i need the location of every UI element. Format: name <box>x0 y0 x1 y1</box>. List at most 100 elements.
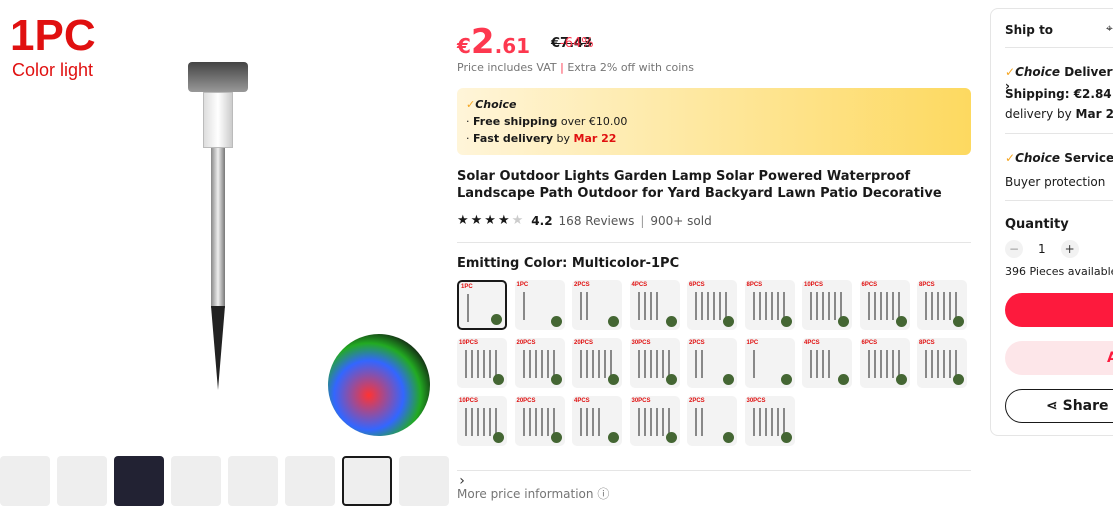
variant-option[interactable]: 4PCS <box>629 280 680 330</box>
lamp-solar-panel <box>188 62 248 92</box>
variant-option-label: 30PCS <box>631 398 651 404</box>
variant-image <box>467 294 473 322</box>
variant-option[interactable]: 10PCS <box>457 396 507 446</box>
color-swatch-icon <box>838 316 849 327</box>
variant-option-label: 4PCS <box>574 398 590 404</box>
lamp-spike <box>211 306 225 390</box>
variant-option[interactable]: 8PCS <box>744 280 795 330</box>
color-swatch-icon <box>780 374 792 385</box>
increase-button[interactable]: + <box>1060 240 1079 258</box>
variant-option[interactable]: 8PCS <box>917 280 967 330</box>
color-swatch-icon <box>895 374 907 385</box>
image-badge-subtitle: Color light <box>12 60 94 80</box>
variant-option[interactable]: 4PCS <box>572 396 622 446</box>
variant-option[interactable]: 10PCS <box>457 338 507 388</box>
variant-option[interactable]: 20PCS <box>572 338 622 388</box>
color-swatch-icon <box>491 314 502 325</box>
variant-option-label: 4PCS <box>804 340 820 346</box>
thumbnail[interactable] <box>228 456 278 506</box>
location-icon[interactable]: ⌖ <box>1106 21 1113 36</box>
discount: -64% <box>560 36 594 51</box>
reviews-link[interactable]: 168 Reviews <box>559 214 635 228</box>
choice-service[interactable]: ✓Choice Service › <box>1005 151 1113 165</box>
thumbnail[interactable] <box>114 456 164 506</box>
stock-available: 396 Pieces available <box>1005 265 1113 278</box>
variant-option[interactable]: 2PCS <box>687 338 737 388</box>
divider <box>1005 133 1113 134</box>
color-swatch-icon <box>723 374 734 385</box>
thumbnail[interactable] <box>57 456 107 506</box>
variant-option-label: 6PCS <box>861 340 878 346</box>
lamp-pole <box>211 148 225 308</box>
product-title: Solar Outdoor Lights Garden Lamp Solar P… <box>457 169 942 201</box>
variant-image <box>637 292 662 320</box>
variant-option[interactable]: 6PCS <box>859 280 910 330</box>
variant-image <box>752 292 787 320</box>
color-swatch-icon <box>723 432 734 443</box>
quantity-value[interactable]: 1 <box>1027 242 1057 256</box>
color-swatch-icon <box>665 374 677 385</box>
variant-image <box>695 292 729 320</box>
variant-option-label: 1PC <box>516 282 529 288</box>
color-swatch-icon <box>953 316 964 327</box>
variant-image <box>925 350 959 378</box>
add-to-cart-button[interactable]: A <box>1005 341 1113 375</box>
star-rating-icon: ★★★★★ <box>457 213 526 228</box>
main-product-image[interactable]: 1PC Color light <box>0 0 440 440</box>
ship-to[interactable]: Ship to <box>1005 23 1053 37</box>
variant-option[interactable]: 8PCS <box>917 338 967 388</box>
thumbnail[interactable] <box>171 456 221 506</box>
variant-option[interactable]: 6PCS <box>859 338 910 388</box>
quantity-label: Quantity <box>1005 217 1069 232</box>
color-swatch-icon <box>780 316 792 327</box>
variant-option[interactable]: 10PCS <box>802 280 852 330</box>
thumbnail[interactable] <box>399 456 449 506</box>
variant-image <box>522 408 557 436</box>
variant-option-label: 30PCS <box>746 398 766 404</box>
image-badge-title: 1PC <box>10 11 96 60</box>
variant-option[interactable]: 4PCS <box>802 338 852 388</box>
variant-option[interactable]: 20PCS <box>514 338 565 388</box>
decrease-button[interactable]: − <box>1005 240 1023 258</box>
variant-option-label: 30PCS <box>631 340 651 346</box>
buy-now-button[interactable] <box>1005 293 1113 327</box>
variant-image <box>810 292 844 320</box>
info-icon: ⓘ <box>597 487 610 501</box>
divider <box>457 242 971 243</box>
variant-option[interactable]: 1PC <box>457 280 507 330</box>
current-price: €2.61 <box>457 22 531 62</box>
variant-option-label: 20PCS <box>516 398 536 404</box>
variant-option-label: 2PCS <box>689 340 705 346</box>
purchase-panel: Ship to ⌖ ✓Choice Delivery › Shipping: €… <box>990 8 1113 436</box>
variant-option[interactable]: 30PCS <box>629 396 680 446</box>
color-swatch-icon <box>780 432 792 443</box>
share-button[interactable]: ⋖ Share <box>1005 389 1113 423</box>
variant-option[interactable]: 30PCS <box>629 338 680 388</box>
variant-option-label: 2PCS <box>574 282 590 288</box>
variant-option[interactable]: 1PC <box>744 338 795 388</box>
variant-image <box>925 292 959 320</box>
variant-option-label: 4PCS <box>631 282 648 288</box>
variant-option[interactable]: 2PCS <box>687 396 737 446</box>
color-swatch-icon <box>608 316 619 327</box>
variant-option-label: 20PCS <box>574 340 594 346</box>
variant-option[interactable]: 6PCS <box>687 280 737 330</box>
delivery-date: delivery by Mar 22 <box>1005 107 1113 121</box>
color-swatch-icon <box>550 374 562 385</box>
thumbnail-selected[interactable] <box>342 456 392 506</box>
rating-row: ★★★★★ 4.2 168 Reviews | 900+ sold <box>457 213 712 228</box>
divider <box>1005 47 1113 48</box>
variant-option[interactable]: 30PCS <box>744 396 795 446</box>
variant-option-label: 10PCS <box>459 398 479 404</box>
thumbnail[interactable] <box>0 456 50 506</box>
variant-image <box>867 350 902 378</box>
variant-option[interactable]: 2PCS <box>572 280 622 330</box>
variant-image <box>695 350 707 378</box>
more-price-info[interactable]: More price information ⓘ <box>457 485 609 502</box>
variant-image <box>522 292 529 320</box>
variant-image <box>465 408 499 436</box>
variant-option[interactable]: 20PCS <box>514 396 565 446</box>
variant-option[interactable]: 1PC <box>514 280 565 330</box>
thumbnail[interactable] <box>285 456 335 506</box>
color-swatch-icon <box>838 374 849 385</box>
